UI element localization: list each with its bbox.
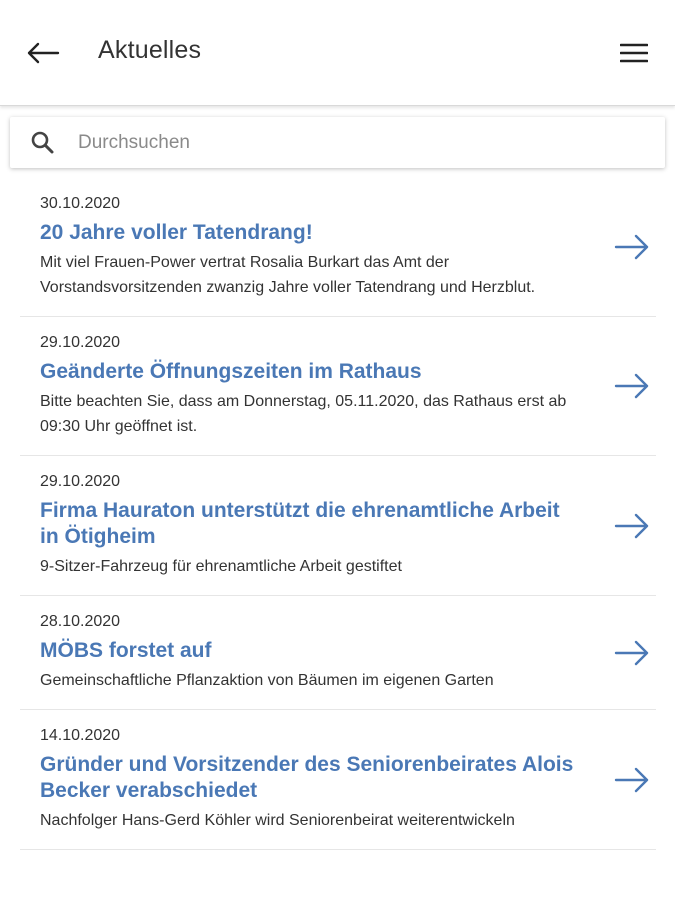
news-teaser: Bitte beachten Sie, dass am Donnerstag, … [40, 393, 567, 435]
back-button[interactable] [22, 33, 64, 73]
news-date: 14.10.2020 [40, 727, 121, 744]
news-title[interactable]: Firma Hauraton unterstützt die ehrenamtl… [40, 498, 576, 550]
app-bar: Aktuelles [0, 0, 675, 106]
news-teaser: Nachfolger Hans-Gerd Köhler wird Seniore… [40, 812, 515, 829]
page-title: Aktuelles [98, 36, 202, 64]
news-date: 29.10.2020 [40, 473, 121, 490]
news-date: 29.10.2020 [40, 334, 121, 351]
news-item[interactable]: 30.10.2020 20 Jahre voller Tatendrang! M… [20, 178, 656, 317]
news-title[interactable]: Gründer und Vorsitzender des Seniorenbei… [40, 752, 576, 804]
news-item[interactable]: 29.10.2020 Firma Hauraton unterstützt di… [20, 456, 656, 596]
news-title[interactable]: Geänderte Öffnungszeiten im Rathaus [40, 359, 576, 385]
arrow-left-icon [27, 42, 60, 64]
news-title[interactable]: MÖBS forstet auf [40, 638, 576, 664]
search-box [10, 117, 665, 168]
news-title[interactable]: 20 Jahre voller Tatendrang! [40, 220, 576, 246]
news-teaser: Gemeinschaftliche Pflanzaktion von Bäume… [40, 672, 494, 689]
news-item[interactable]: 28.10.2020 MÖBS forstet auf Gemeinschaft… [20, 596, 656, 710]
menu-button[interactable] [612, 33, 656, 73]
arrow-right-icon[interactable] [614, 766, 650, 794]
news-item[interactable]: 14.10.2020 Gründer und Vorsitzender des … [20, 710, 656, 850]
hamburger-menu-icon [620, 43, 648, 63]
news-item[interactable]: 29.10.2020 Geänderte Öffnungszeiten im R… [20, 317, 656, 456]
arrow-right-icon[interactable] [614, 372, 650, 400]
arrow-right-icon[interactable] [614, 639, 650, 667]
news-date: 30.10.2020 [40, 195, 121, 212]
news-list: 30.10.2020 20 Jahre voller Tatendrang! M… [20, 178, 656, 850]
search-input[interactable] [78, 125, 648, 161]
news-teaser: 9-Sitzer-Fahrzeug für ehrenamtliche Arbe… [40, 558, 402, 575]
news-date: 28.10.2020 [40, 613, 121, 630]
arrow-right-icon[interactable] [614, 512, 650, 540]
search-icon[interactable] [30, 130, 56, 156]
news-teaser: Mit viel Frauen-Power vertrat Rosalia Bu… [40, 254, 536, 296]
arrow-right-icon[interactable] [614, 233, 650, 261]
